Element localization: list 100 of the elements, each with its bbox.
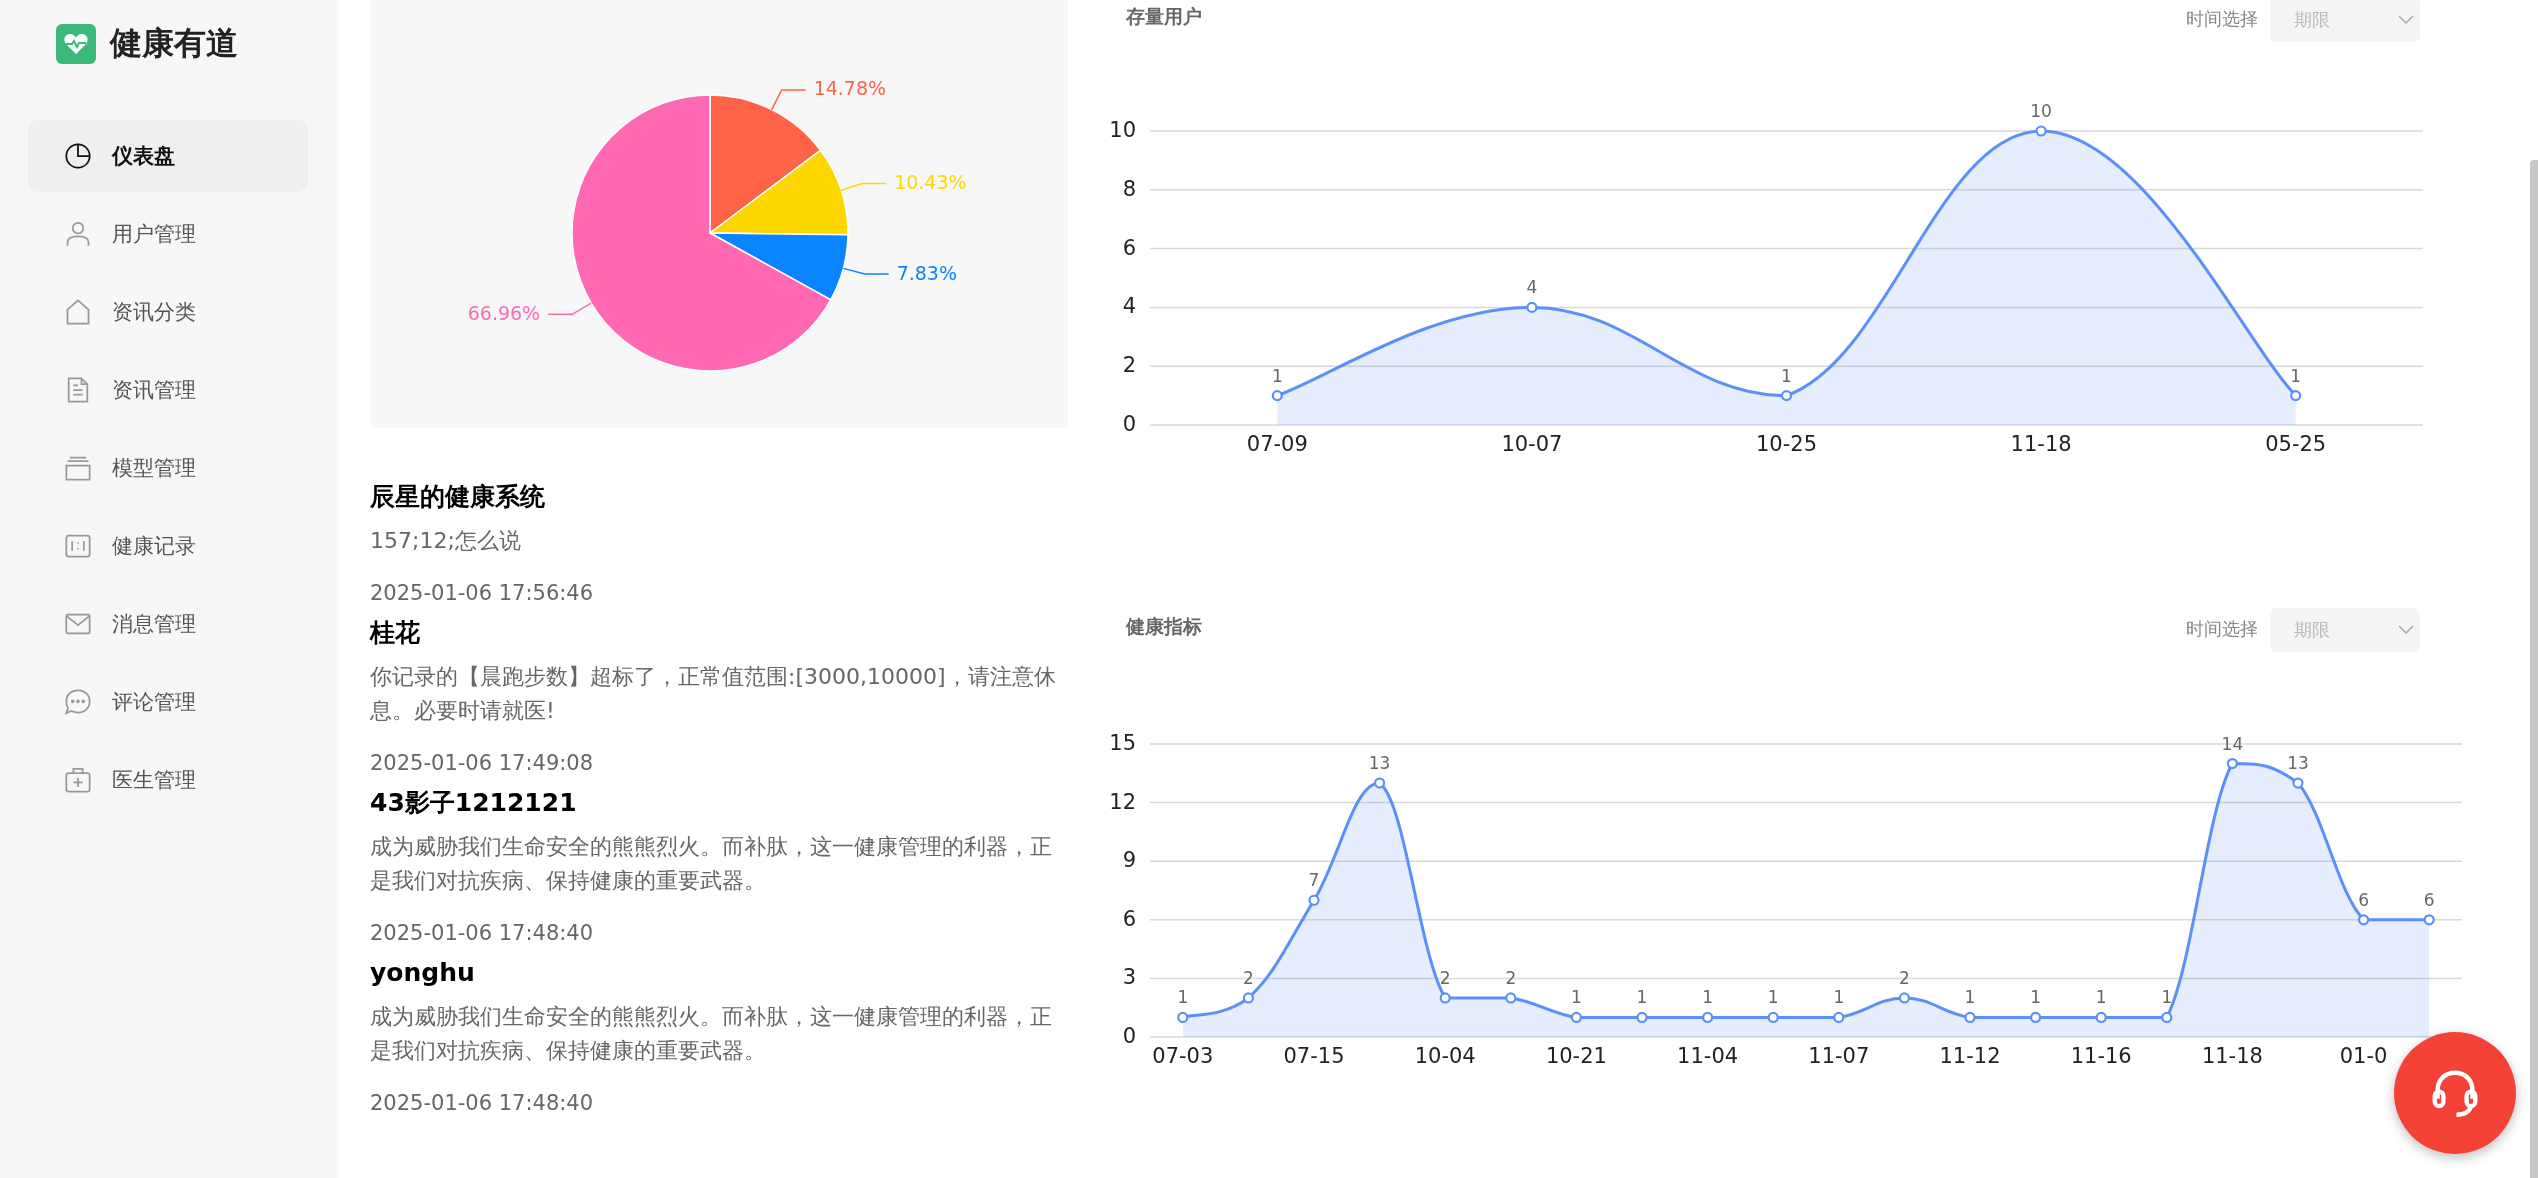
caret-icon bbox=[2398, 625, 2414, 635]
user-icon bbox=[64, 220, 92, 248]
data-label: 4 bbox=[1526, 277, 1538, 298]
sidebar-item[interactable]: 医生管理 bbox=[28, 744, 308, 816]
data-point bbox=[1374, 777, 1386, 789]
axis-label: 10-25 bbox=[1756, 432, 1817, 456]
data-point bbox=[1505, 992, 1517, 1004]
data-label: 2 bbox=[1899, 967, 1910, 988]
axis-label: 07-15 bbox=[1283, 1044, 1345, 1068]
data-point bbox=[2292, 777, 2304, 789]
data-label: 1 bbox=[2290, 365, 2302, 386]
data-point bbox=[2226, 757, 2238, 770]
data-label: 7 bbox=[1308, 870, 1320, 891]
data-label: 1 bbox=[1702, 987, 1713, 1008]
axis-label: 6 bbox=[1122, 906, 1136, 931]
axis-label: 11-18 bbox=[2010, 432, 2072, 456]
message-time: 2025-01-06 17:48:40 bbox=[370, 920, 595, 947]
medical-kit-icon bbox=[64, 766, 92, 794]
axis-label: 11-07 bbox=[1808, 1044, 1870, 1068]
data-point bbox=[1271, 390, 1283, 402]
data-point bbox=[2161, 1011, 2173, 1024]
sidebar-item[interactable]: 仪表盘 bbox=[28, 120, 308, 192]
axis-label: 12 bbox=[1109, 789, 1136, 814]
data-label: 2 bbox=[1243, 967, 1254, 988]
data-point bbox=[2358, 914, 2370, 926]
axis-label: 11-16 bbox=[2070, 1044, 2132, 1068]
house-icon bbox=[64, 298, 92, 326]
message-time: 2025-01-06 17:49:08 bbox=[370, 750, 595, 777]
axis-label: 05-25 bbox=[2265, 432, 2327, 456]
axis-label: 4 bbox=[1122, 294, 1136, 319]
data-label: 1 bbox=[1833, 987, 1845, 1008]
data-label: 6 bbox=[2423, 889, 2435, 910]
axis-label: 6 bbox=[1122, 235, 1136, 260]
axis-label: 10-04 bbox=[1414, 1044, 1476, 1068]
slice-label: 66.96% bbox=[467, 301, 541, 324]
data-label: 1 bbox=[1767, 987, 1779, 1008]
sidebar-item[interactable]: 用户管理 bbox=[28, 198, 308, 270]
heart-logo-icon bbox=[56, 24, 96, 64]
scrollbar[interactable] bbox=[2530, 160, 2538, 1178]
sidebar-item[interactable]: 资讯管理 bbox=[28, 354, 308, 426]
axis-label: 3 bbox=[1122, 965, 1136, 990]
data-point bbox=[1702, 1011, 1714, 1024]
pie-chart-icon bbox=[64, 142, 92, 170]
axis-label: 8 bbox=[1122, 176, 1136, 201]
data-label: 1 bbox=[1636, 987, 1648, 1008]
data-label: 1 bbox=[1781, 365, 1792, 386]
message-text: 157;12;怎么说 bbox=[370, 527, 522, 555]
data-point bbox=[1767, 1011, 1779, 1024]
caret-icon bbox=[2398, 15, 2414, 25]
sidebar-item[interactable]: 评论管理 bbox=[28, 666, 308, 738]
filter-label: 时间选择 bbox=[2186, 7, 2258, 31]
data-label: 2 bbox=[1505, 967, 1517, 988]
data-label: 13 bbox=[2287, 753, 2309, 774]
message-title: 43影子1212121 bbox=[370, 787, 578, 819]
data-point bbox=[2423, 914, 2435, 926]
support-button[interactable] bbox=[2394, 1032, 2516, 1154]
sidebar-item[interactable]: 模型管理 bbox=[28, 432, 308, 504]
data-label: 1 bbox=[2030, 987, 2041, 1008]
data-label: 1 bbox=[2095, 987, 2107, 1008]
data-point bbox=[1177, 1011, 1189, 1024]
slice-label: 10.43% bbox=[894, 171, 967, 193]
filter-label: 时间选择 bbox=[2186, 617, 2258, 641]
record-icon bbox=[64, 532, 92, 560]
slice-label: 7.83% bbox=[896, 261, 957, 284]
message-text: 成为威胁我们生命安全的熊熊烈火。而补肽，这一健康管理的利器，正是我们对抗疾病、保持健康的重要武器。 bbox=[370, 1003, 1053, 1065]
data-label: 10 bbox=[2030, 101, 2052, 121]
data-point bbox=[1570, 1011, 1582, 1024]
data-label: 1 bbox=[1571, 987, 1582, 1008]
data-label: 14 bbox=[2221, 733, 2244, 754]
leader-line bbox=[771, 89, 807, 111]
data-point bbox=[2290, 390, 2302, 402]
data-label: 1 bbox=[1964, 987, 1976, 1008]
chart-title: 健康指标 bbox=[1126, 614, 1203, 639]
message-text: 成为威胁我们生命安全的熊熊烈火。而补肽，这一健康管理的利器，正是我们对抗疾病、保持健康的重要武器。 bbox=[370, 833, 1053, 895]
data-label: 1 bbox=[2161, 987, 2173, 1008]
axis-label: 11-18 bbox=[2201, 1044, 2263, 1068]
axis-label: 01-0 bbox=[2339, 1044, 2388, 1068]
data-point bbox=[2030, 1011, 2042, 1024]
tray-icon bbox=[64, 454, 92, 482]
message-title: 辰星的健康系统 bbox=[370, 481, 546, 513]
sidebar-item[interactable]: 资讯分类 bbox=[28, 276, 308, 348]
data-label: 2 bbox=[1439, 967, 1451, 988]
message-title: 桂花 bbox=[370, 617, 421, 649]
axis-label: 0 bbox=[1122, 1024, 1136, 1048]
data-point bbox=[1780, 390, 1793, 402]
sidebar-item[interactable]: 消息管理 bbox=[28, 588, 308, 660]
data-point bbox=[1964, 1011, 1976, 1024]
brand-name: 健康有道 bbox=[110, 23, 238, 64]
data-label: 1 bbox=[1271, 365, 1283, 386]
message-time: 2025-01-06 17:56:46 bbox=[370, 580, 595, 607]
sidebar-item[interactable]: 健康记录 bbox=[28, 510, 308, 582]
slice-label: 14.78% bbox=[813, 77, 887, 100]
data-point bbox=[1833, 1011, 1845, 1024]
axis-label: 10 bbox=[1109, 118, 1136, 142]
axis-label: 10-21 bbox=[1545, 1044, 1607, 1068]
leader-line bbox=[842, 267, 890, 275]
data-point bbox=[1308, 894, 1320, 906]
axis-label: 11-12 bbox=[1939, 1044, 2001, 1068]
message-time: 2025-01-06 17:48:40 bbox=[370, 1090, 595, 1117]
data-label: 13 bbox=[1368, 753, 1391, 774]
